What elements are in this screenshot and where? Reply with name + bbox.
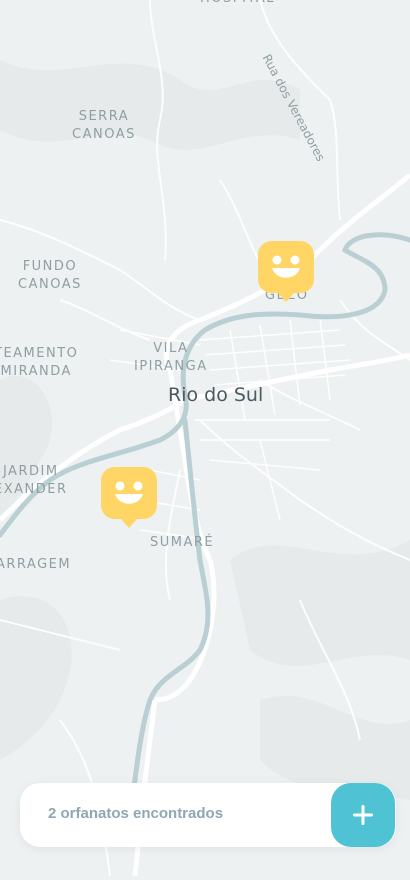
smile-marker-icon — [101, 467, 157, 528]
add-orphanage-button[interactable] — [331, 783, 395, 847]
map-canvas[interactable] — [0, 0, 410, 877]
city-label: Rio do Sul — [168, 384, 264, 406]
orphanage-marker[interactable] — [258, 241, 314, 303]
place-label: ARRAGEM — [0, 557, 72, 572]
smile-marker-icon — [258, 241, 314, 302]
place-label: SUMARÉ — [150, 535, 215, 550]
place-label: JARDIM EXANDER — [0, 464, 68, 497]
orphanage-marker[interactable] — [101, 467, 157, 529]
place-label: SERRA CANOAS — [72, 109, 136, 142]
footer-bar: 2 orfanatos encontrados — [20, 783, 396, 847]
map[interactable] — [0, 0, 410, 877]
place-label: HOSPITAL — [200, 0, 275, 8]
orphanage-count: 2 orfanatos encontrados — [48, 805, 224, 822]
place-label: TEAMENTO MIRANDA — [0, 346, 79, 379]
plus-icon — [353, 805, 373, 825]
place-label: VILA IPIRANGA — [134, 341, 208, 374]
place-label: FUNDO CANOAS — [18, 259, 82, 292]
